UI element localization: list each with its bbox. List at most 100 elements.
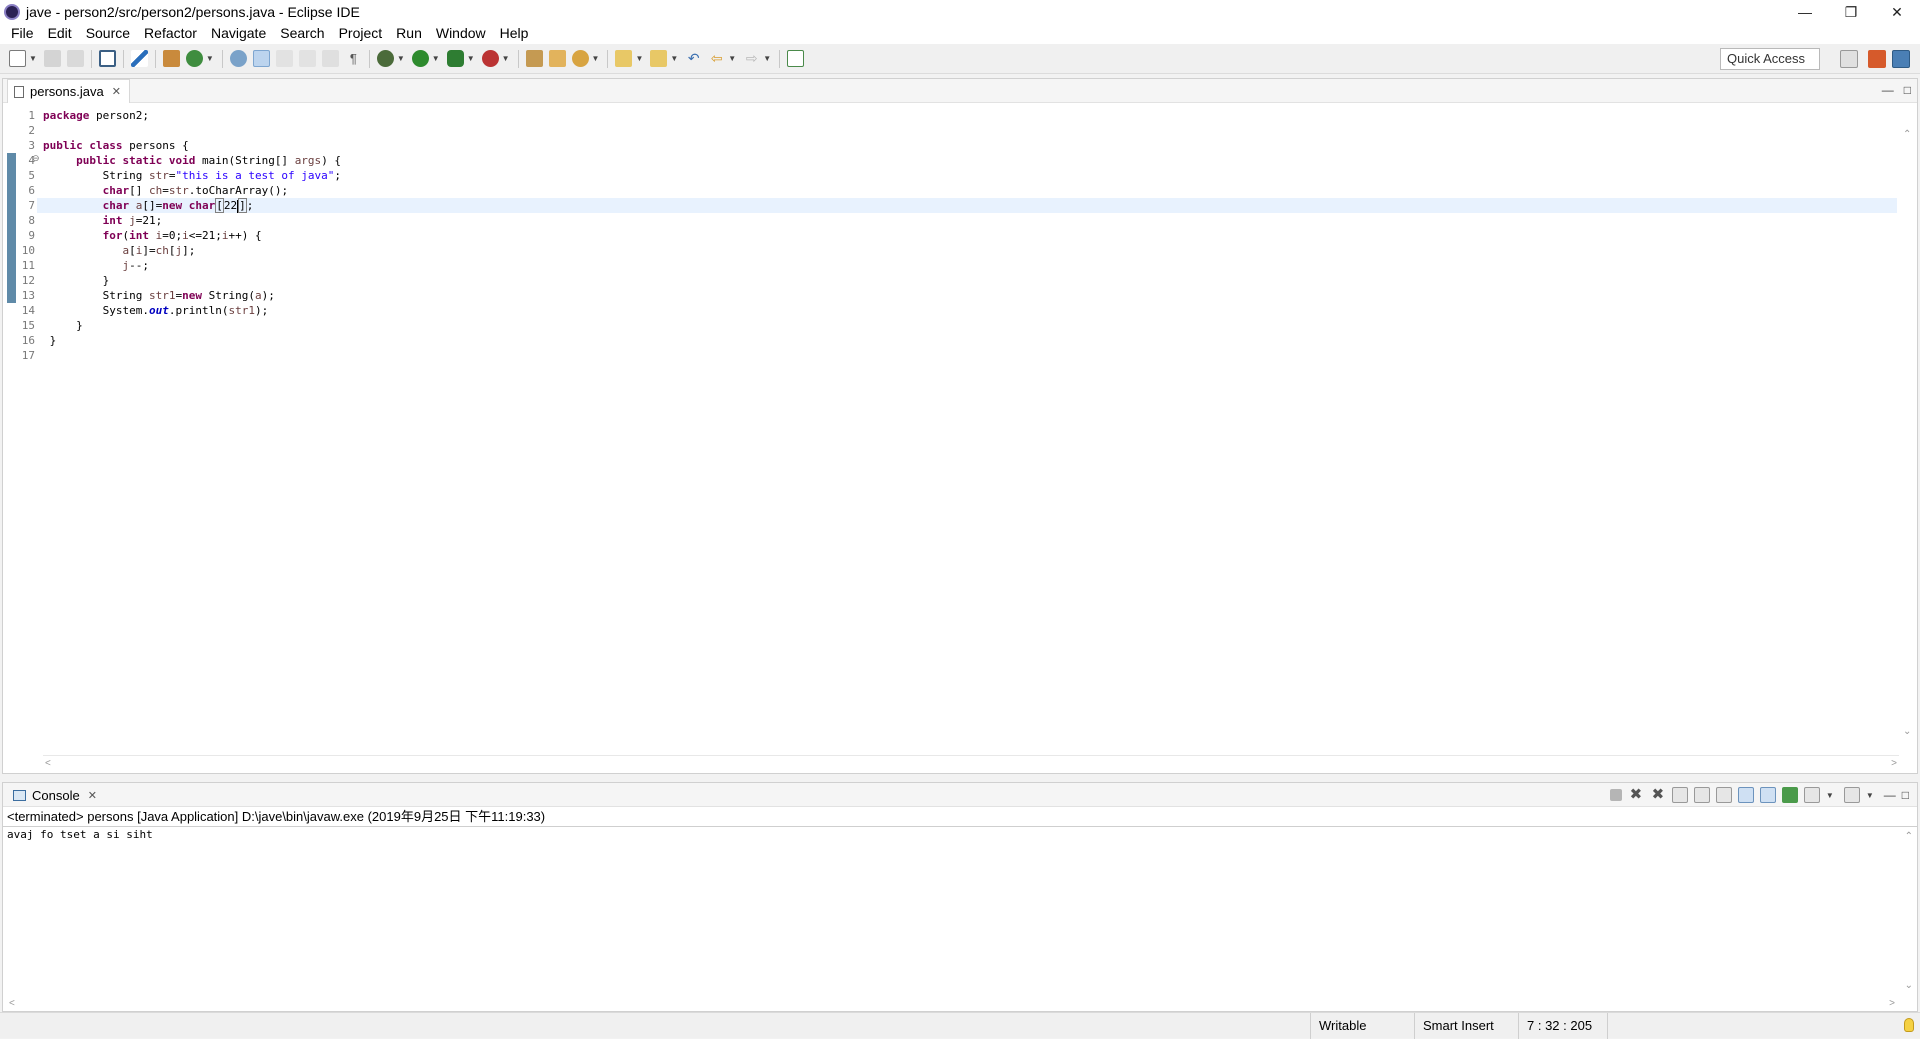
matching-bracket: ] <box>238 198 247 213</box>
scroll-up-icon[interactable]: ⌃ <box>1903 129 1911 140</box>
scroll-down-icon[interactable]: ⌄ <box>1903 726 1911 737</box>
tab-persons-java[interactable]: persons.java ✕ <box>7 79 130 103</box>
back-icon[interactable]: ⇦ <box>708 50 725 67</box>
line-number: 12 <box>21 274 35 287</box>
terminate-icon[interactable] <box>1609 789 1622 801</box>
search-icon[interactable] <box>229 50 247 67</box>
save-all-icon[interactable] <box>66 50 84 67</box>
eclipse-icon <box>4 4 20 20</box>
menu-source[interactable]: Source <box>79 22 137 44</box>
code-editor[interactable]: 1 2 3 4 5 6 7 8 9 10 11 12 13 14 15 16 1… <box>3 104 1917 755</box>
code-text[interactable]: package person2; public class persons { … <box>37 108 1897 363</box>
java-file-icon <box>14 85 24 98</box>
chevron-down-icon[interactable]: ▼ <box>397 54 405 63</box>
editor-horizontal-scrollbar[interactable]: < > <box>43 755 1899 773</box>
word-wrap-icon[interactable] <box>298 50 316 67</box>
scroll-down-icon[interactable]: ⌄ <box>1905 980 1913 991</box>
code-token: out <box>148 304 169 317</box>
minimize-icon[interactable]: — <box>1882 83 1894 97</box>
block-select-icon[interactable] <box>321 50 339 67</box>
chevron-down-icon[interactable]: ▼ <box>1866 791 1874 800</box>
close-icon[interactable]: ✕ <box>112 85 121 98</box>
menu-project[interactable]: Project <box>332 22 390 44</box>
chevron-down-icon[interactable]: ▼ <box>29 54 37 63</box>
scroll-up-icon[interactable]: ⌃ <box>1905 831 1913 842</box>
previous-annotation-icon[interactable] <box>650 50 668 67</box>
code-token: [] <box>129 184 149 197</box>
chevron-down-icon[interactable]: ▼ <box>467 54 475 63</box>
minimize-button[interactable]: — <box>1782 0 1828 24</box>
fold-collapse-icon[interactable]: ⊖ <box>32 153 40 164</box>
menu-navigate[interactable]: Navigate <box>204 22 273 44</box>
toolbar-separator <box>221 49 223 68</box>
scroll-left-icon[interactable]: < <box>9 998 15 1009</box>
menu-search[interactable]: Search <box>273 22 331 44</box>
editor-vertical-scrollbar[interactable]: ⌃ ⌄ <box>1899 129 1917 737</box>
forward-icon[interactable]: ⇨ <box>743 50 760 67</box>
menu-help[interactable]: Help <box>493 22 536 44</box>
maximize-icon[interactable]: □ <box>1902 788 1909 802</box>
scroll-right-icon[interactable]: > <box>1889 998 1895 1009</box>
open-type-icon[interactable] <box>525 50 543 67</box>
console-process-status: <terminated> persons [Java Application] … <box>3 807 1917 827</box>
scroll-left-icon[interactable]: < <box>45 758 51 769</box>
scroll-lock-icon[interactable] <box>1693 787 1710 803</box>
menu-window[interactable]: Window <box>429 22 493 44</box>
chevron-down-icon[interactable]: ▼ <box>728 54 736 63</box>
new-class-icon[interactable] <box>185 50 203 67</box>
display-console-icon[interactable] <box>1803 787 1820 803</box>
minimize-icon[interactable]: — <box>1884 788 1896 802</box>
open-console-icon[interactable] <box>1843 787 1860 803</box>
menu-edit[interactable]: Edit <box>41 22 79 44</box>
menu-file[interactable]: File <box>4 22 41 44</box>
java-perspective-icon[interactable] <box>1892 50 1910 68</box>
close-button[interactable]: ✕ <box>1874 0 1920 24</box>
next-annotation-icon[interactable] <box>275 50 293 67</box>
terminal-icon[interactable] <box>98 50 116 67</box>
skip-breakpoints-icon[interactable] <box>130 50 148 67</box>
chevron-down-icon[interactable]: ▼ <box>432 54 440 63</box>
clear-console-icon[interactable] <box>1671 787 1688 803</box>
remove-launch-icon[interactable]: ✖ <box>1628 787 1644 803</box>
menu-run[interactable]: Run <box>389 22 429 44</box>
chevron-down-icon[interactable]: ▼ <box>592 54 600 63</box>
chevron-down-icon[interactable]: ▼ <box>502 54 510 63</box>
debug-icon[interactable] <box>376 50 394 67</box>
open-task-icon[interactable] <box>548 50 566 67</box>
word-wrap-icon[interactable] <box>1715 787 1732 803</box>
open-perspective-icon[interactable] <box>1840 50 1858 68</box>
console-output[interactable]: avaj fo tset a si siht <box>3 827 1917 843</box>
code-token: main(String[] <box>195 154 295 167</box>
pin-editor-icon[interactable] <box>787 50 805 67</box>
save-icon[interactable] <box>43 50 61 67</box>
show-on-stderr-icon[interactable] <box>1759 787 1776 803</box>
java-ee-perspective-icon[interactable] <box>1868 50 1886 68</box>
chevron-down-icon[interactable]: ▼ <box>763 54 771 63</box>
tab-console[interactable]: Console ✕ <box>7 783 103 807</box>
menu-refactor[interactable]: Refactor <box>137 22 204 44</box>
coverage-icon[interactable] <box>446 50 464 67</box>
pin-console-icon[interactable] <box>1781 787 1798 803</box>
close-icon[interactable]: ✕ <box>88 789 97 802</box>
chevron-down-icon[interactable]: ▼ <box>670 54 678 63</box>
run-icon[interactable] <box>411 50 429 67</box>
restore-button[interactable]: ❐ <box>1828 0 1874 24</box>
new-icon[interactable] <box>9 50 26 67</box>
mark-occurrences-icon[interactable] <box>252 50 270 67</box>
last-edit-location-icon[interactable]: ↶ <box>685 50 702 67</box>
lightbulb-icon[interactable] <box>1904 1018 1914 1032</box>
show-on-stdout-icon[interactable] <box>1737 787 1754 803</box>
remove-all-terminated-icon[interactable]: ✖ <box>1650 787 1666 803</box>
chevron-down-icon[interactable]: ▼ <box>1826 791 1834 800</box>
external-tools-icon[interactable] <box>481 50 499 67</box>
next-annotation-down-icon[interactable] <box>615 50 633 67</box>
chevron-down-icon[interactable]: ▼ <box>206 54 214 63</box>
new-java-project-icon[interactable] <box>162 50 180 67</box>
search-dropdown-icon[interactable] <box>571 50 589 67</box>
show-whitespace-icon[interactable]: ¶ <box>345 50 362 67</box>
editor-tab-bar: persons.java ✕ — □ <box>3 79 1917 103</box>
scroll-right-icon[interactable]: > <box>1891 758 1897 769</box>
maximize-icon[interactable]: □ <box>1904 83 1911 97</box>
quick-access-input[interactable]: Quick Access <box>1720 48 1820 70</box>
chevron-down-icon[interactable]: ▼ <box>635 54 643 63</box>
